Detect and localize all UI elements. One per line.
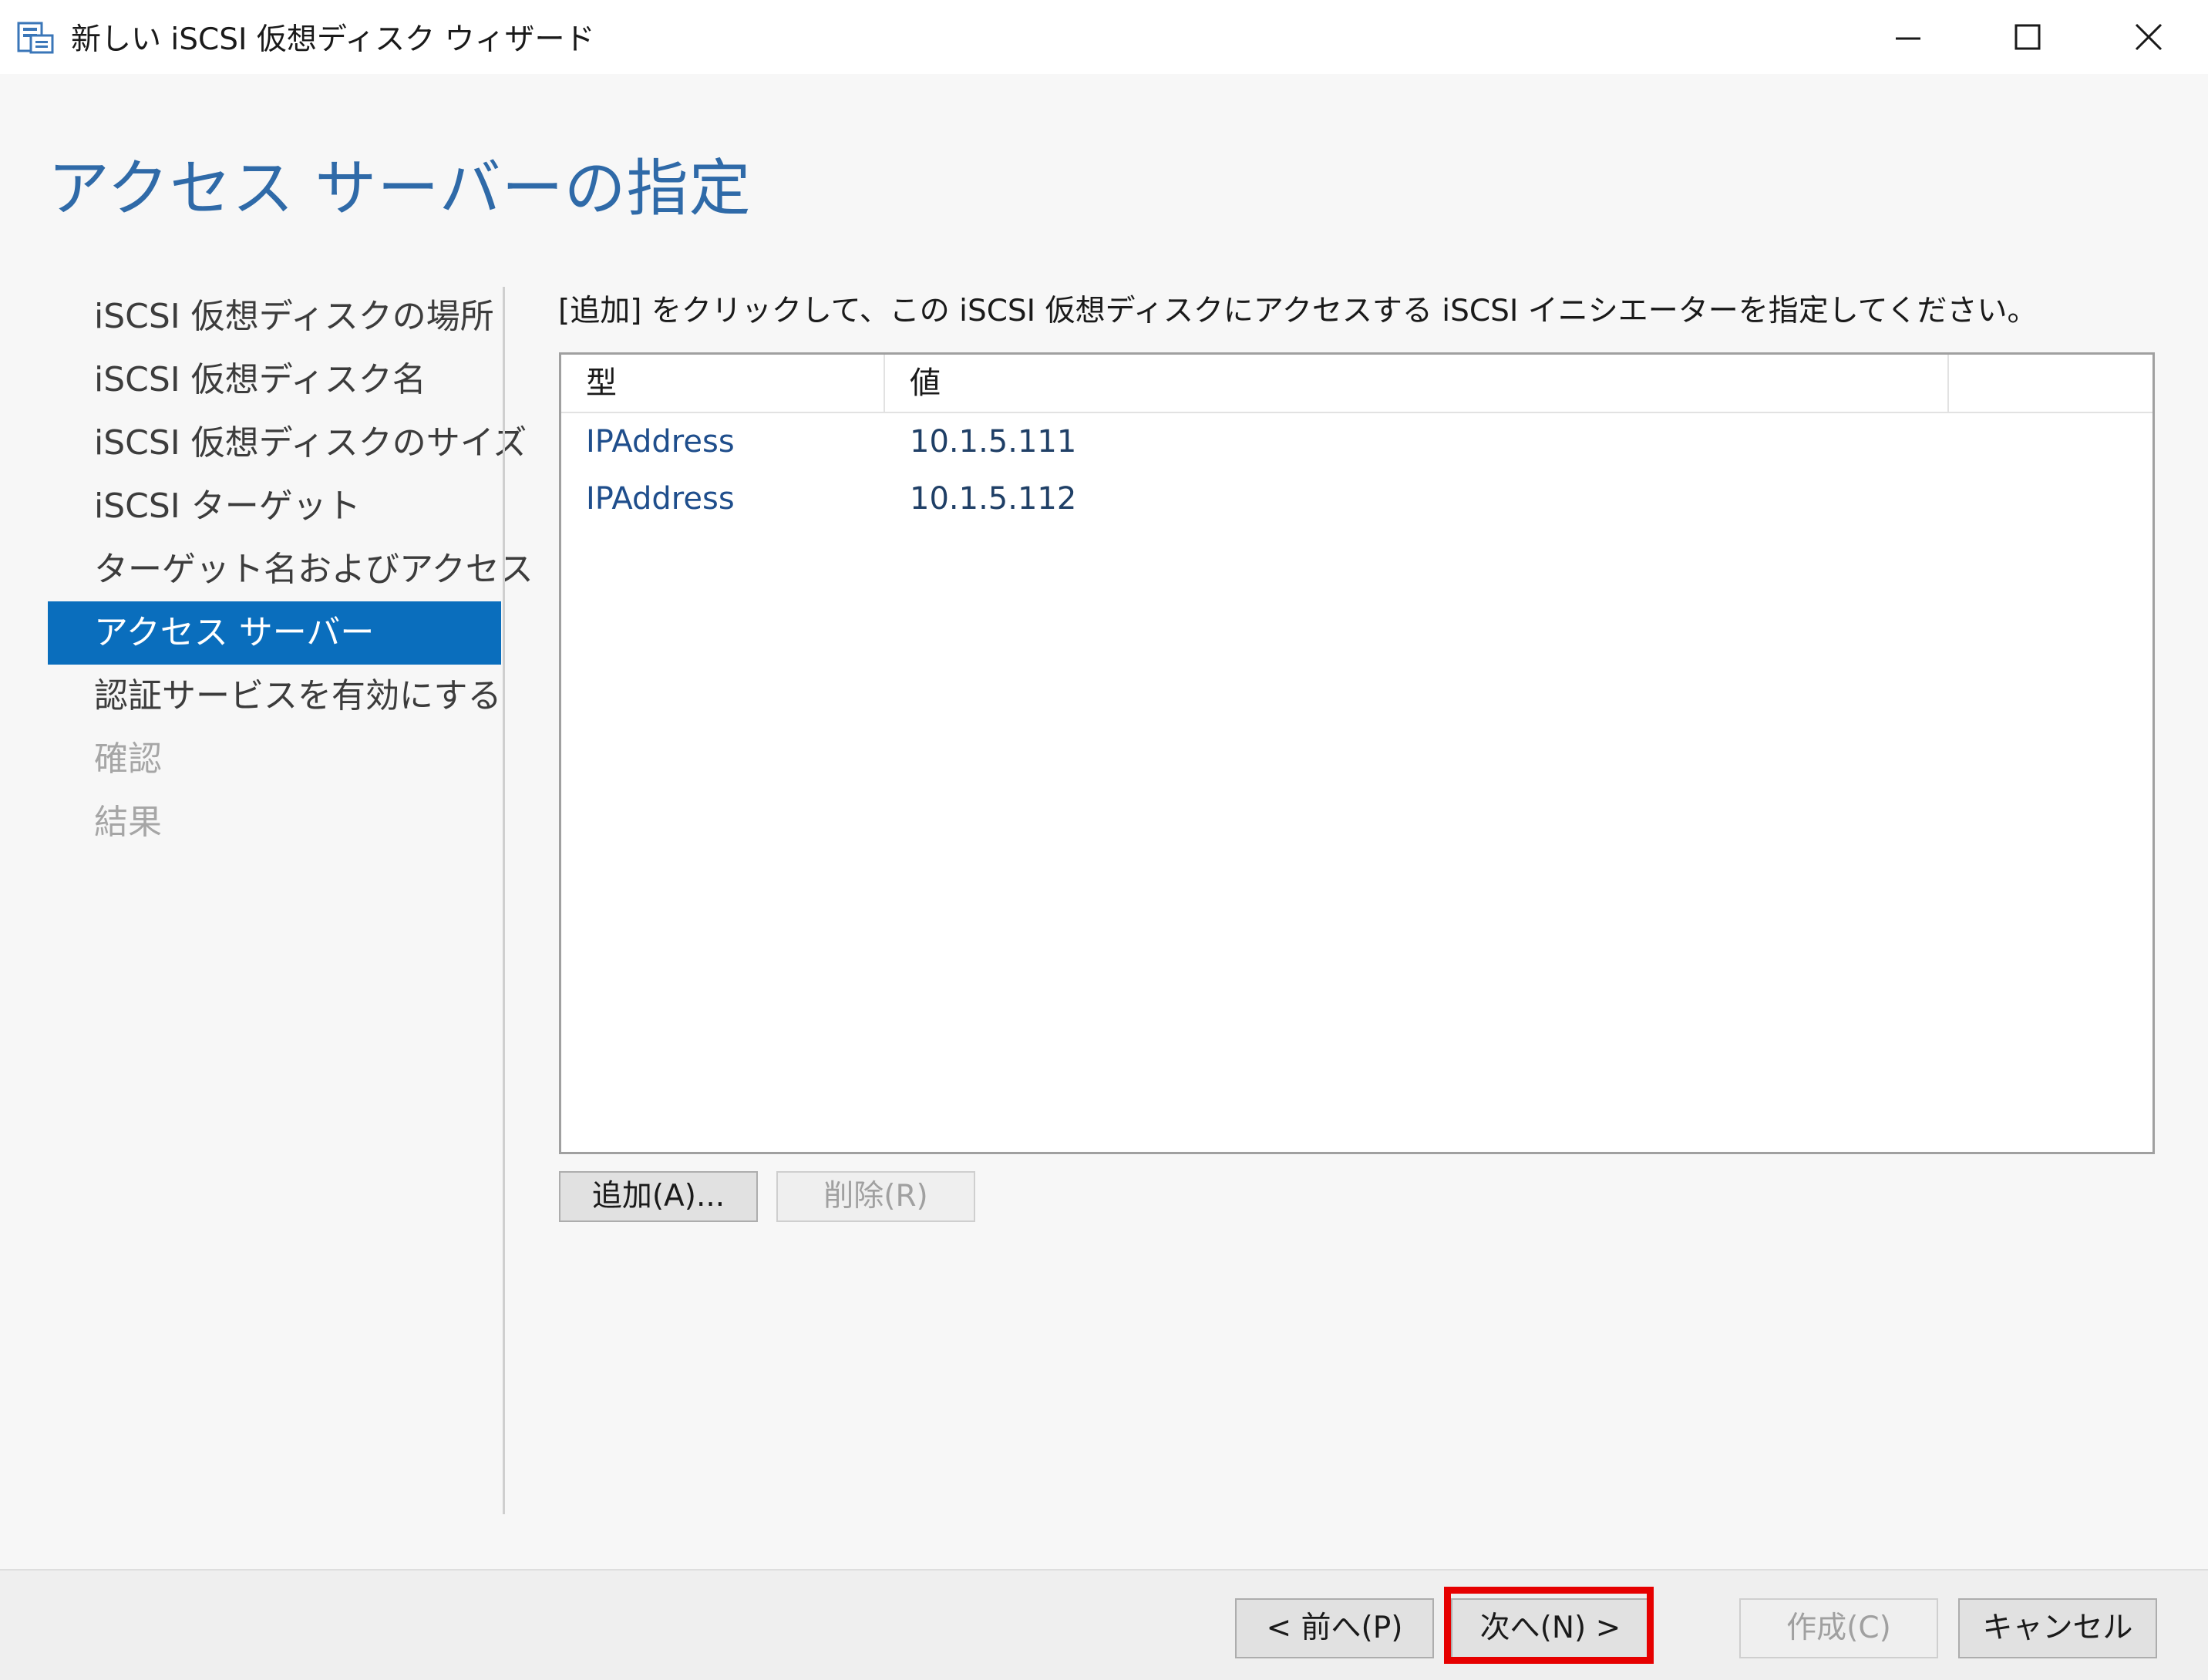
create-button: 作成(C) [1739,1598,1938,1658]
nav-item-label: iSCSI 仮想ディスクのサイズ [94,423,527,463]
table-row[interactable]: IPAddress 10.1.5.112 [561,470,2152,527]
column-header-value[interactable]: 値 [885,355,1949,412]
cell-value: 10.1.5.111 [910,424,1077,460]
column-header-type[interactable]: 型 [561,355,885,412]
cancel-button[interactable]: キャンセル [1958,1598,2157,1658]
nav-item-iscsi-target[interactable]: iSCSI ターゲット [48,475,501,538]
nav-item-label: ターゲット名およびアクセス [94,550,533,589]
nav-item-results: 結果 [48,791,501,854]
nav-item-label: iSCSI 仮想ディスクの場所 [94,297,494,336]
previous-button[interactable]: < 前へ(P) [1235,1598,1434,1658]
nav-item-target-name-access[interactable]: ターゲット名およびアクセス [48,538,533,601]
page-heading: アクセス サーバーの指定 [48,153,752,224]
wizard-step-nav: iSCSI 仮想ディスクの場所 iSCSI 仮想ディスク名 iSCSI 仮想ディ… [48,285,533,854]
server-manager-app-icon [17,20,54,54]
close-icon [2135,23,2163,51]
nav-item-disk-name[interactable]: iSCSI 仮想ディスク名 [48,348,501,412]
maximize-icon [2014,24,2041,50]
nav-item-disk-location[interactable]: iSCSI 仮想ディスクの場所 [48,285,501,348]
nav-item-label: iSCSI ターゲット [94,486,361,526]
nav-item-access-servers[interactable]: アクセス サーバー [48,601,501,665]
nav-item-label: 結果 [94,803,162,842]
nav-item-disk-size[interactable]: iSCSI 仮想ディスクのサイズ [48,412,527,475]
nav-item-label: 認証サービスを有効にする [94,676,502,715]
nav-item-confirmation: 確認 [48,728,501,791]
close-button[interactable] [2091,0,2206,74]
instruction-text: [追加] をクリックして、この iSCSI 仮想ディスクにアクセスする iSCS… [558,294,2038,328]
add-button[interactable]: 追加(A)... [559,1171,758,1222]
nav-item-label: アクセス サーバー [94,613,375,652]
maximize-button[interactable] [1970,0,2085,74]
minimize-button[interactable] [1850,0,1966,74]
cell-value: 10.1.5.112 [910,481,1077,517]
window-title: 新しい iSCSI 仮想ディスク ウィザード [71,22,595,57]
table-row[interactable]: IPAddress 10.1.5.111 [561,413,2152,470]
wizard-window: 新しい iSCSI 仮想ディスク ウィザード アクセス サーバーの指定 iSCS… [0,0,2208,1680]
next-button-highlight [1444,1587,1654,1664]
cell-type: IPAddress [586,424,735,460]
nav-divider [503,287,505,1514]
minimize-icon [1896,37,1920,40]
nav-item-label: 確認 [94,739,162,779]
cell-type: IPAddress [586,481,735,517]
column-header-filler [1949,355,2152,412]
nav-item-authentication[interactable]: 認証サービスを有効にする [48,665,501,728]
initiator-list[interactable]: 型 値 IPAddress 10.1.5.111 IPAddress 10.1.… [559,352,2155,1154]
title-bar: 新しい iSCSI 仮想ディスク ウィザード [0,0,2208,74]
remove-button: 削除(R) [776,1171,975,1222]
nav-item-label: iSCSI 仮想ディスク名 [94,360,426,399]
list-header: 型 値 [561,355,2152,413]
